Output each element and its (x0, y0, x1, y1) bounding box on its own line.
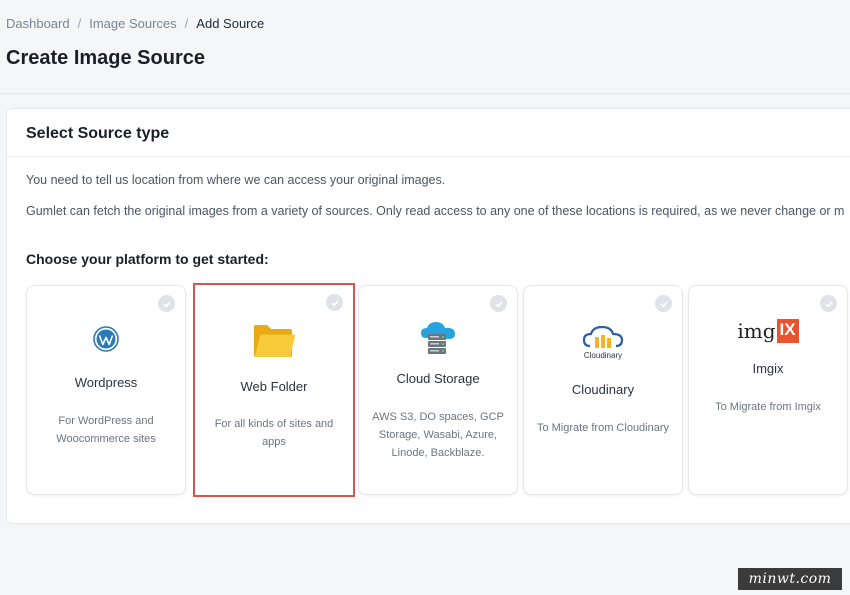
intro-text-2: Gumlet can fetch the original images fro… (26, 204, 845, 218)
card-name: Wordpress (74, 375, 138, 390)
card-description: AWS S3, DO spaces, GCP Storage, Wasabi, … (372, 411, 504, 459)
wordpress-icon (27, 326, 185, 352)
choose-platform-label: Choose your platform to get started: (26, 251, 269, 267)
intro-text-1: You need to tell us location from where … (26, 173, 446, 187)
card-name: Cloudinary (571, 382, 635, 397)
source-card-web-folder[interactable]: Web Folder For all kinds of sites and ap… (193, 283, 355, 497)
card-name: Imgix (752, 361, 784, 376)
panel-title: Select Source type (26, 125, 170, 142)
card-name: Web Folder (240, 379, 308, 394)
header-divider (0, 93, 850, 94)
source-card-imgix[interactable]: img IX Imgix To Migrate from Imgix (688, 285, 848, 495)
check-icon (326, 294, 343, 311)
folder-icon (195, 323, 353, 361)
card-description: To Migrate from Imgix (715, 401, 821, 413)
source-type-panel: Select Source type You need to tell us l… (6, 108, 850, 524)
cloud-server-icon (359, 320, 517, 356)
breadcrumb-image-sources[interactable]: Image Sources (89, 16, 176, 31)
check-icon (655, 295, 672, 312)
watermark: minwt.com (738, 568, 842, 590)
check-icon (158, 295, 175, 312)
imgix-logo-badge: IX (776, 319, 799, 343)
breadcrumb: Dashboard / Image Sources / Add Source (6, 16, 264, 31)
breadcrumb-add-source: Add Source (196, 16, 265, 31)
card-description: For all kinds of sites and apps (214, 418, 334, 448)
source-card-cloudinary[interactable]: Cloudinary Cloudinary To Migrate from Cl… (523, 285, 683, 495)
imgix-logo-icon: img IX (689, 319, 847, 343)
source-card-cloud-storage[interactable]: Cloud Storage AWS S3, DO spaces, GCP Sto… (358, 285, 518, 495)
cloudinary-logo-icon: Cloudinary (524, 324, 682, 360)
check-icon (820, 295, 837, 312)
breadcrumb-dashboard[interactable]: Dashboard (6, 16, 70, 31)
breadcrumb-separator: / (77, 16, 82, 31)
card-name: Cloud Storage (396, 371, 480, 386)
page-title: Create Image Source (6, 47, 205, 69)
panel-divider (7, 156, 850, 157)
card-description: For WordPress and Woocommerce sites (56, 415, 156, 445)
source-card-wordpress[interactable]: Wordpress For WordPress and Woocommerce … (26, 285, 186, 495)
imgix-logo-text: img (737, 319, 776, 343)
check-icon (490, 295, 507, 312)
breadcrumb-separator: / (184, 16, 189, 31)
card-description: To Migrate from Cloudinary (536, 422, 670, 434)
cloudinary-logo-text: Cloudinary (583, 351, 623, 360)
